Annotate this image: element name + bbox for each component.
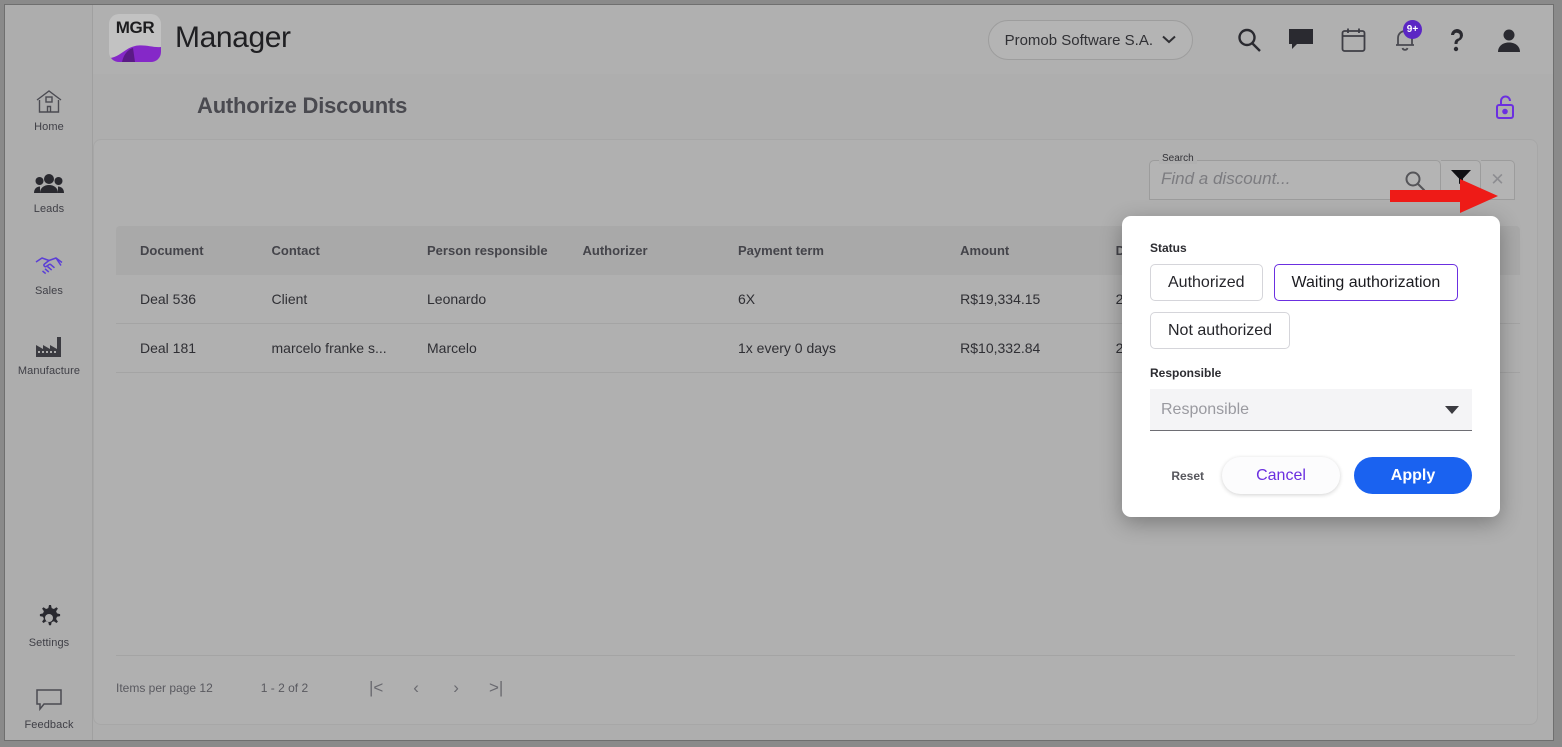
- header-actions: Promob Software S.A. 9+: [987, 18, 1535, 62]
- cancel-button[interactable]: Cancel: [1222, 457, 1340, 494]
- app-header: MGR Manager Promob Software S.A. 9+: [93, 5, 1553, 74]
- magnifier-icon[interactable]: [1404, 170, 1426, 197]
- items-per-page[interactable]: Items per page 12: [116, 681, 213, 695]
- column-header-payment-term[interactable]: Payment term: [738, 226, 961, 275]
- sidebar-item-home[interactable]: Home: [5, 87, 93, 133]
- company-name: Promob Software S.A.: [1004, 31, 1153, 49]
- cell-authorizer: [582, 275, 738, 324]
- column-header-document[interactable]: Document: [116, 226, 272, 275]
- profile-icon[interactable]: [1483, 18, 1535, 62]
- responsible-select-value: Responsible: [1161, 400, 1250, 418]
- search-toolbar: Search ✕: [1149, 153, 1515, 200]
- cell-contact: Client: [271, 275, 427, 324]
- cell-amount: R$19,334.15: [960, 275, 1116, 324]
- sidebar-item-label: Feedback: [24, 719, 74, 731]
- cell-person-responsible: Leonardo: [427, 275, 583, 324]
- popover-actions: Reset Cancel Apply: [1150, 457, 1472, 494]
- chat-icon[interactable]: [1275, 18, 1327, 62]
- help-icon[interactable]: [1431, 18, 1483, 62]
- last-page-button[interactable]: >|: [476, 674, 516, 702]
- search-field[interactable]: Search: [1149, 153, 1441, 200]
- cell-amount: R$10,332.84: [960, 323, 1116, 373]
- sidebar-item-manufacture[interactable]: Manufacture: [5, 331, 93, 377]
- calendar-icon[interactable]: [1327, 18, 1379, 62]
- brand-name: Manager: [175, 21, 291, 54]
- home-icon: [5, 87, 93, 117]
- search-icon[interactable]: [1223, 18, 1275, 62]
- window-frame: Home Leads Sales Manufacture Settings Fe…: [0, 0, 1562, 747]
- comment-icon: [5, 685, 93, 715]
- reset-button[interactable]: Reset: [1171, 469, 1204, 483]
- column-header-amount[interactable]: Amount: [960, 226, 1116, 275]
- pagination: Items per page 12 1 - 2 of 2 |< ‹ › >|: [116, 655, 1515, 702]
- responsible-label: Responsible: [1150, 366, 1222, 380]
- cell-contact: marcelo franke s...: [271, 323, 427, 373]
- cell-payment-term: 1x every 0 days: [738, 323, 961, 373]
- logo-text: MGR: [115, 18, 155, 37]
- status-chip-waiting-authorization[interactable]: Waiting authorization: [1273, 264, 1459, 301]
- mgr-logo-icon: MGR: [109, 14, 161, 62]
- previous-page-button[interactable]: ‹: [396, 674, 436, 702]
- bell-icon[interactable]: 9+: [1379, 18, 1431, 62]
- filter-button[interactable]: [1441, 160, 1481, 200]
- sidebar-item-label: Home: [34, 121, 64, 133]
- page-range-label: 1 - 2 of 2: [260, 681, 309, 695]
- people-icon: [5, 169, 93, 199]
- funnel-icon: [1450, 168, 1472, 193]
- items-per-page-value: 12: [199, 681, 213, 695]
- cell-person-responsible: Marcelo: [427, 323, 583, 373]
- next-page-button[interactable]: ›: [436, 674, 476, 702]
- status-chip-not-authorized[interactable]: Not authorized: [1150, 312, 1291, 349]
- notification-badge: 9+: [1403, 20, 1422, 39]
- cell-payment-term: 6X: [738, 275, 961, 324]
- sidebar-item-feedback[interactable]: Feedback: [5, 685, 93, 731]
- chevron-down-icon: [1445, 401, 1459, 419]
- sidebar-item-label: Leads: [33, 203, 65, 215]
- apply-button[interactable]: Apply: [1354, 457, 1472, 494]
- status-label: Status: [1150, 241, 1187, 255]
- responsible-select[interactable]: Responsible: [1150, 389, 1472, 431]
- clear-search-button[interactable]: ✕: [1481, 160, 1515, 200]
- sidebar-item-label: Sales: [34, 285, 64, 297]
- status-chip-authorized[interactable]: Authorized: [1150, 264, 1263, 301]
- sidebar-item-leads[interactable]: Leads: [5, 169, 93, 215]
- sidebar-item-settings[interactable]: Settings: [5, 603, 93, 649]
- handshake-icon: [5, 251, 93, 281]
- sidebar-item-label: Settings: [28, 637, 70, 649]
- search-input[interactable]: [1161, 169, 1376, 189]
- sidebar-item-label: Manufacture: [17, 365, 81, 377]
- column-header-authorizer[interactable]: Authorizer: [582, 226, 738, 275]
- cell-document: Deal 181: [116, 323, 272, 373]
- factory-icon: [5, 331, 93, 361]
- column-header-person-responsible[interactable]: Person responsible: [427, 226, 583, 275]
- column-header-contact[interactable]: Contact: [271, 226, 427, 275]
- company-selector[interactable]: Promob Software S.A.: [987, 20, 1193, 60]
- filter-popover: Status Authorized Waiting authorization …: [1122, 216, 1500, 517]
- first-page-button[interactable]: |<: [356, 674, 396, 702]
- gear-icon: [5, 603, 93, 633]
- cell-authorizer: [582, 323, 738, 373]
- items-per-page-label: Items per page: [116, 681, 197, 695]
- page-title: Authorize Discounts: [197, 93, 408, 118]
- status-chip-group: Authorized Waiting authorization Not aut…: [1150, 264, 1472, 349]
- sidebar-item-sales[interactable]: Sales: [5, 251, 93, 297]
- search-legend: Search: [1159, 153, 1197, 164]
- unlock-icon[interactable]: [1489, 91, 1521, 123]
- brand[interactable]: MGR Manager: [109, 14, 291, 62]
- cell-document: Deal 536: [116, 275, 272, 324]
- left-navigation-rail: Home Leads Sales Manufacture Settings Fe…: [5, 5, 93, 740]
- chevron-down-icon: [1162, 31, 1176, 49]
- app-window: Home Leads Sales Manufacture Settings Fe…: [4, 4, 1554, 741]
